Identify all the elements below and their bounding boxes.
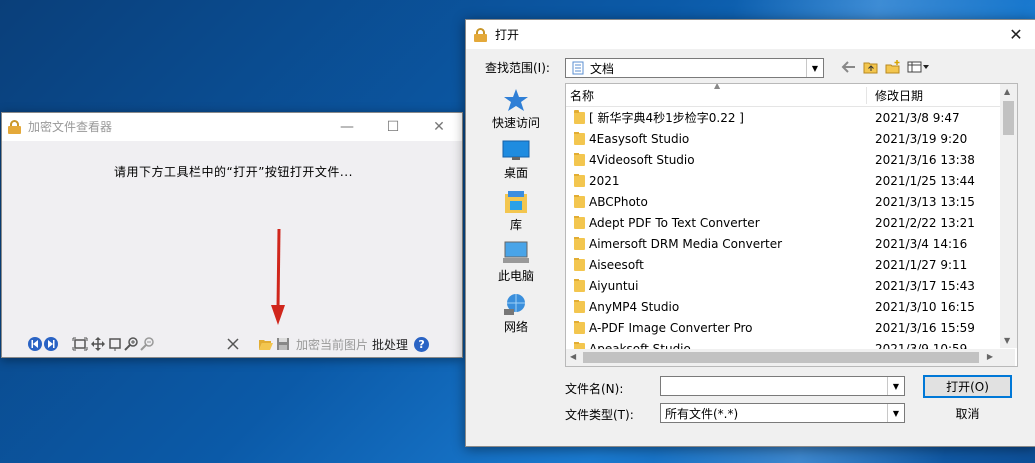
look-in-value: 文档 xyxy=(590,61,615,76)
open-button[interactable]: 打开(O) xyxy=(923,375,1012,398)
network-icon xyxy=(504,294,525,315)
save-icon[interactable] xyxy=(276,335,290,353)
open-folder-icon[interactable] xyxy=(258,335,274,353)
filename-label: 文件名(N): xyxy=(565,382,624,396)
file-row[interactable]: AnyMP4 Studio 2021/3/10 16:15 xyxy=(566,296,1017,317)
first-page-icon[interactable] xyxy=(28,335,42,353)
fit-window-icon[interactable] xyxy=(72,335,88,353)
open-hint-text: 请用下方工具栏中的“打开”按钮打开文件... xyxy=(114,165,353,179)
filename-input[interactable]: ▼ xyxy=(660,376,905,396)
file-rows: [ 新华字典4秒1步检字0.22 ] 2021/3/8 9:47 4Easysof… xyxy=(566,107,1017,359)
scroll-left-icon[interactable]: ◀ xyxy=(570,352,576,361)
zoom-in-icon[interactable] xyxy=(124,335,138,353)
places-quick-access[interactable]: 快速访问 xyxy=(480,84,552,135)
places-desktop[interactable]: 桌面 xyxy=(480,135,552,186)
dialog-titlebar[interactable]: 打开 ✕ xyxy=(466,20,1035,49)
view-menu-icon[interactable] xyxy=(907,60,931,74)
scroll-down-icon[interactable]: ▼ xyxy=(1004,336,1010,345)
dialog-close-button[interactable]: ✕ xyxy=(996,25,1035,44)
look-in-label: 查找范围(I): xyxy=(485,61,550,75)
places-this-pc[interactable]: 此电脑 xyxy=(480,237,552,288)
folder-icon xyxy=(574,320,585,334)
file-row[interactable]: Aimersoft DRM Media Converter 2021/3/4 14… xyxy=(566,233,1017,254)
viewer-canvas: 请用下方工具栏中的“打开”按钮打开文件... xyxy=(2,141,462,331)
next-page-icon[interactable] xyxy=(44,335,58,353)
file-row[interactable]: A-PDF Image Converter Pro 2021/3/16 15:59 xyxy=(566,317,1017,338)
library-icon xyxy=(505,191,527,213)
places-network[interactable]: 网络 xyxy=(480,288,552,339)
batch-process-button[interactable]: 批处理 xyxy=(372,336,408,353)
pan-icon[interactable] xyxy=(90,335,106,353)
actual-size-icon[interactable] xyxy=(108,335,122,353)
folder-icon xyxy=(574,257,585,271)
look-in-dropdown[interactable]: 文档 ▼ xyxy=(565,58,824,78)
folder-icon xyxy=(574,278,585,292)
places-bar: 快速访问 桌面 库 此电脑 网络 xyxy=(480,84,552,339)
file-row[interactable]: Adept PDF To Text Converter 2021/2/22 13:… xyxy=(566,212,1017,233)
up-folder-icon[interactable] xyxy=(863,60,879,74)
desktop-icon xyxy=(502,140,530,160)
file-list: ▲ 名称 修改日期 [ 新华字典4秒1步检字0.22 ] 2021/3/8 9:4… xyxy=(565,83,1018,367)
delete-icon[interactable] xyxy=(226,335,240,353)
sort-ascending-icon: ▲ xyxy=(714,83,721,90)
chevron-down-icon: ▼ xyxy=(887,404,904,422)
vertical-scroll-thumb[interactable] xyxy=(1003,101,1014,135)
vertical-scrollbar[interactable]: ▲ ▼ xyxy=(1000,84,1017,348)
star-icon xyxy=(504,89,528,111)
new-folder-icon[interactable] xyxy=(885,60,901,74)
viewer-window: 加密文件查看器 — ☐ ✕ 请用下方工具栏中的“打开”按钮打开文件... 加密当… xyxy=(1,112,463,358)
lock-icon xyxy=(474,27,487,42)
file-row[interactable]: Aiyuntui 2021/3/17 15:43 xyxy=(566,275,1017,296)
red-arrow-annotation xyxy=(271,228,285,325)
viewer-toolbar: 加密当前图片 批处理 ? xyxy=(2,331,462,357)
folder-icon xyxy=(574,299,585,313)
minimize-button[interactable]: — xyxy=(324,113,370,140)
file-row[interactable]: 4Easysoft Studio 2021/3/19 9:20 xyxy=(566,128,1017,149)
help-icon[interactable]: ? xyxy=(414,336,430,352)
dialog-title: 打开 xyxy=(495,28,520,42)
maximize-button[interactable]: ☐ xyxy=(370,113,416,140)
open-dialog: 打开 ✕ 查找范围(I): 文档 ▼ 快速访问 桌面 库 此电脑 网络 ▲ 名称… xyxy=(465,19,1035,447)
filetype-dropdown[interactable]: 所有文件(*.*) ▼ xyxy=(660,403,905,423)
file-row[interactable]: 4Videosoft Studio 2021/3/16 13:38 xyxy=(566,149,1017,170)
folder-icon xyxy=(574,194,585,208)
file-row[interactable]: Aiseesoft 2021/1/27 9:11 xyxy=(566,254,1017,275)
viewer-title: 加密文件查看器 xyxy=(28,120,113,134)
zoom-out-icon[interactable] xyxy=(140,335,154,353)
close-button[interactable]: ✕ xyxy=(416,113,462,140)
scroll-right-icon[interactable]: ▶ xyxy=(987,352,993,361)
cancel-button[interactable]: 取消 xyxy=(923,402,1012,425)
file-row[interactable]: 2021 2021/1/25 13:44 xyxy=(566,170,1017,191)
document-icon xyxy=(572,61,584,75)
chevron-down-icon[interactable]: ▼ xyxy=(887,377,904,395)
folder-icon xyxy=(574,152,585,166)
nav-toolbar xyxy=(841,60,931,74)
horizontal-scroll-thumb[interactable] xyxy=(583,352,979,363)
encrypt-current-image-button[interactable]: 加密当前图片 xyxy=(296,336,368,353)
back-arrow-icon[interactable] xyxy=(841,60,857,74)
places-library[interactable]: 库 xyxy=(480,186,552,237)
viewer-titlebar[interactable]: 加密文件查看器 — ☐ ✕ xyxy=(2,113,462,140)
filetype-label: 文件类型(T): xyxy=(565,408,634,422)
column-date-header[interactable]: 修改日期 xyxy=(866,86,923,104)
scroll-up-icon[interactable]: ▲ xyxy=(1004,87,1010,96)
chevron-down-icon: ▼ xyxy=(806,59,823,77)
file-row[interactable]: ABCPhoto 2021/3/13 13:15 xyxy=(566,191,1017,212)
file-row[interactable]: [ 新华字典4秒1步检字0.22 ] 2021/3/8 9:47 xyxy=(566,107,1017,128)
folder-icon xyxy=(574,131,585,145)
horizontal-scrollbar[interactable]: ◀ ▶ xyxy=(566,349,1015,366)
folder-icon xyxy=(574,109,585,124)
folder-icon xyxy=(574,215,585,229)
computer-icon xyxy=(503,241,529,263)
lock-icon xyxy=(8,119,21,134)
folder-icon xyxy=(574,173,585,187)
folder-icon xyxy=(574,236,585,250)
list-header: ▲ 名称 修改日期 xyxy=(566,84,1017,107)
